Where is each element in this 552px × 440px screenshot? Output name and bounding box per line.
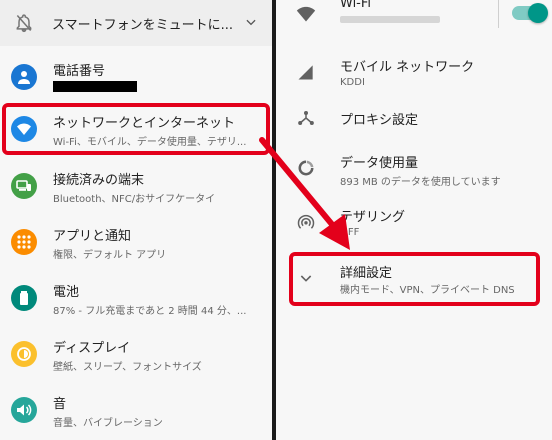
settings-item-mobile-network[interactable]: モバイル ネットワーク KDDI: [276, 46, 552, 98]
settings-item-data-usage[interactable]: データ使用量 893 MB のデータを使用しています: [276, 142, 552, 194]
person-icon: [11, 64, 37, 90]
wifi-toggle[interactable]: [512, 3, 548, 23]
settings-item-subtitle: KDDI: [340, 77, 365, 88]
volume-icon: [11, 397, 37, 423]
settings-item-title: テザリング: [340, 210, 406, 225]
devices-icon: [11, 173, 37, 199]
settings-item-title: 電池: [53, 285, 80, 300]
settings-item-title: 電話番号: [53, 64, 106, 79]
proxy-icon: [298, 111, 314, 125]
settings-item-subtitle: 音量、バイブレーション: [53, 418, 163, 429]
settings-item-title: 接続済みの端末: [53, 173, 145, 188]
settings-item-title: プロキシ設定: [340, 113, 419, 128]
redacted-network-name: [340, 16, 440, 23]
divider: [498, 0, 499, 28]
settings-item-connected-devices[interactable]: 接続済みの端末 Bluetooth、NFC/おサイフケータイ: [0, 160, 272, 212]
chevron-down-icon[interactable]: [244, 15, 258, 29]
data-usage-icon: [298, 160, 314, 176]
settings-item-sound[interactable]: 音 音量、バイブレーション: [0, 384, 272, 436]
hotspot-icon: [297, 214, 315, 229]
redacted-phone-number: [53, 81, 137, 92]
settings-item-subtitle: 権限、デフォルト アプリ: [53, 250, 167, 261]
wifi-row[interactable]: Wi-Fi: [276, 0, 552, 38]
settings-item-subtitle: 87% - フル充電まであと 2 時間 44 分、...: [53, 306, 247, 317]
wifi-signal-icon: [296, 6, 316, 22]
battery-icon: [11, 285, 37, 311]
settings-item-title: データ使用量: [340, 156, 419, 171]
mute-suggestion-banner[interactable]: スマートフォンをミュートに...: [0, 0, 272, 46]
bell-off-icon: [16, 14, 32, 33]
highlight-network-item: [2, 103, 270, 155]
settings-item-subtitle: OFF: [340, 227, 360, 238]
apps-icon: [11, 229, 37, 255]
settings-item-subtitle: 893 MB のデータを使用しています: [340, 177, 501, 188]
settings-item-proxy[interactable]: プロキシ設定: [276, 96, 552, 148]
settings-item-title: ディスプレイ: [53, 341, 131, 356]
settings-item-apps-notifications[interactable]: アプリと通知 権限、デフォルト アプリ: [0, 216, 272, 268]
settings-item-battery[interactable]: 電池 87% - フル充電まであと 2 時間 44 分、...: [0, 272, 272, 324]
settings-item-title: アプリと通知: [53, 229, 132, 244]
settings-item-display[interactable]: ディスプレイ 壁紙、スリープ、フォントサイズ: [0, 328, 272, 380]
settings-item-title: モバイル ネットワーク: [340, 60, 475, 75]
mute-suggestion-text: スマートフォンをミュートに...: [52, 18, 232, 33]
settings-panel-left: スマートフォンをミュートに... 電話番号 ネットワークとインターネット Wi-…: [0, 0, 272, 440]
settings-item-subtitle: 壁紙、スリープ、フォントサイズ: [53, 362, 202, 373]
settings-item-title: 音: [53, 397, 67, 412]
network-settings-panel-right: Wi-Fi モバイル ネットワーク KDDI プロキシ設定 データ使用量 893…: [276, 0, 552, 440]
toggle-knob: [528, 3, 548, 23]
settings-item-subtitle: Bluetooth、NFC/おサイフケータイ: [53, 194, 216, 205]
settings-item-tethering[interactable]: テザリング OFF: [276, 196, 552, 248]
wifi-title: Wi-Fi: [340, 0, 372, 11]
settings-item-phone-number[interactable]: 電話番号: [0, 51, 272, 103]
highlight-advanced-item: [289, 252, 540, 306]
brightness-icon: [11, 341, 37, 367]
signal-icon: [298, 65, 313, 80]
